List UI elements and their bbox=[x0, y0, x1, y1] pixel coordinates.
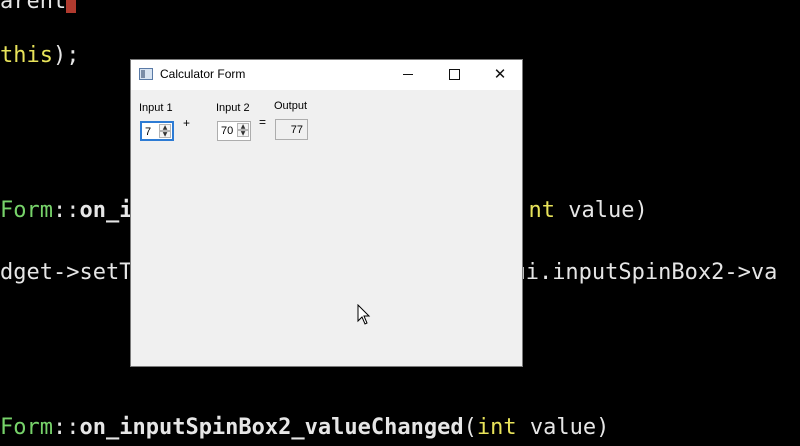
input1-label: Input 1 bbox=[139, 102, 173, 114]
input1-spin-down-icon[interactable]: ▼ bbox=[159, 131, 171, 138]
plus-sign: + bbox=[183, 116, 191, 130]
text-cursor bbox=[66, 0, 77, 13]
output-label: Output bbox=[274, 100, 308, 112]
input2-label: Input 2 bbox=[216, 102, 250, 114]
input1-value[interactable]: 7 bbox=[145, 126, 151, 138]
code-line-1: arent bbox=[0, 0, 77, 16]
output-value: 77 bbox=[290, 124, 303, 136]
close-icon: ✕ bbox=[493, 65, 507, 83]
maximize-icon bbox=[448, 69, 460, 80]
input1-spin-up-icon[interactable]: ▲ bbox=[159, 124, 171, 131]
input2-value[interactable]: 70 bbox=[221, 125, 233, 137]
close-button[interactable]: ✕ bbox=[477, 60, 523, 90]
maximize-button[interactable] bbox=[431, 60, 477, 90]
equals-sign: = bbox=[259, 115, 267, 129]
title-bar[interactable]: Calculator Form ✕ bbox=[131, 60, 522, 90]
mouse-pointer-icon bbox=[357, 304, 371, 325]
input1-spinbox[interactable]: 7 ▲ ▼ bbox=[140, 121, 174, 141]
code-line-2: this); bbox=[0, 43, 80, 68]
minimize-icon bbox=[403, 74, 413, 75]
input2-spin-down-icon[interactable]: ▼ bbox=[237, 130, 249, 137]
code-line-5: Form::on_inputSpinBox2_valueChanged(int … bbox=[0, 415, 610, 440]
output-display: 77 bbox=[275, 119, 308, 140]
window-app-icon bbox=[139, 68, 153, 80]
input2-spin-up-icon[interactable]: ▲ bbox=[237, 123, 249, 130]
calculator-window: Calculator Form ✕ Input 1 7 ▲ ▼ + Input … bbox=[130, 59, 523, 367]
window-title: Calculator Form bbox=[160, 67, 246, 81]
input2-spinbox[interactable]: 70 ▲ ▼ bbox=[217, 121, 251, 141]
minimize-button[interactable] bbox=[385, 60, 431, 90]
